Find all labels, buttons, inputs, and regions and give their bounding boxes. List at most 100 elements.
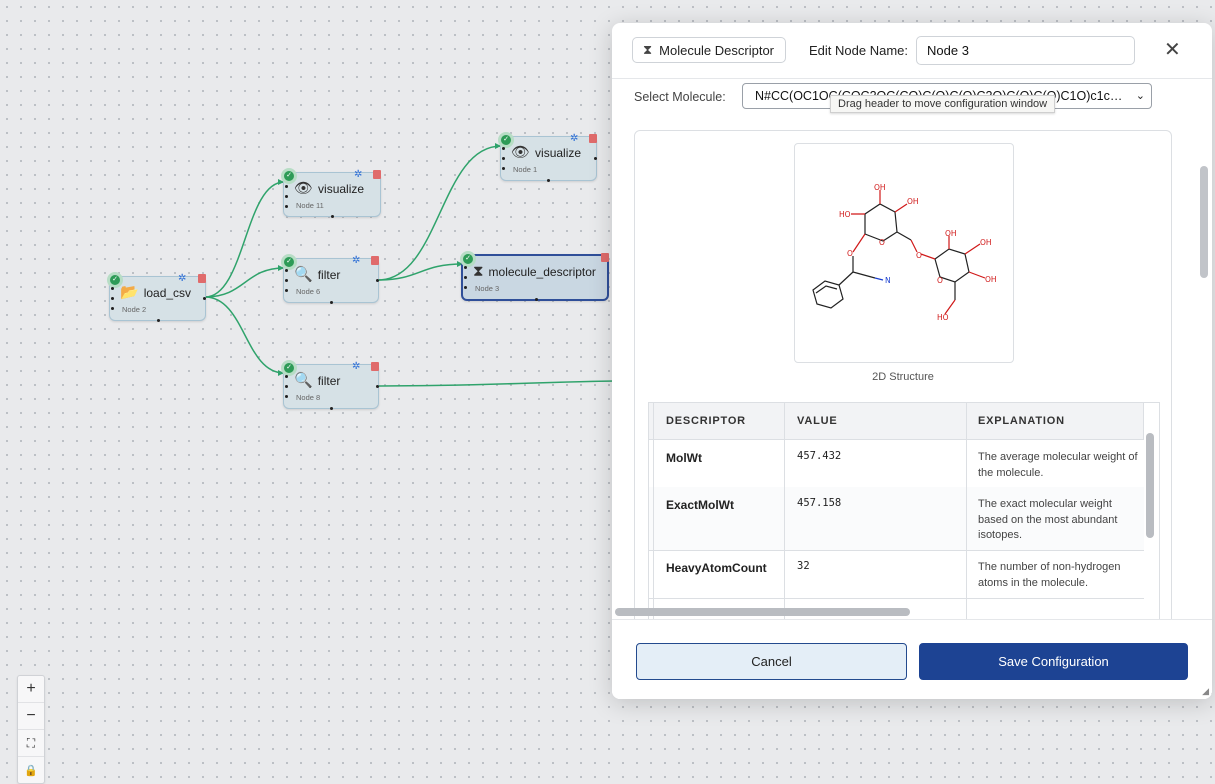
node-label: filter (317, 268, 341, 282)
table-vertical-scrollbar[interactable] (1146, 433, 1154, 538)
input-port[interactable] (464, 286, 467, 289)
input-port[interactable] (285, 195, 288, 198)
input-port[interactable] (285, 279, 288, 282)
svg-text:O: O (879, 238, 885, 247)
output-port[interactable] (594, 157, 597, 160)
bottom-port[interactable] (547, 179, 550, 182)
chevron-down-icon: ⌄ (1135, 90, 1145, 102)
horizontal-scrollbar[interactable] (615, 608, 910, 616)
trash-icon[interactable] (371, 362, 379, 371)
output-port[interactable] (376, 385, 379, 388)
edge-n2-n8[interactable] (204, 296, 285, 374)
node-visualize-1[interactable]: ✓ ✲ 👁 visualize Node 1 (498, 132, 597, 182)
node-molecule-descriptor-3[interactable]: ✓ ⧗ molecule_descriptor Node 3 (460, 251, 609, 301)
resize-handle-icon[interactable]: ◢ (1202, 686, 1209, 697)
node-label: filter (317, 374, 341, 388)
output-port[interactable] (376, 279, 379, 282)
trash-icon[interactable] (371, 256, 379, 265)
input-port[interactable] (285, 185, 288, 188)
node-visualize-11[interactable]: ✓ ✲ 👁 visualize Node 11 (281, 168, 381, 218)
svg-text:N: N (885, 276, 891, 285)
svg-text:OH: OH (985, 275, 997, 284)
zoom-out-button[interactable]: − (18, 703, 44, 730)
gear-icon[interactable]: ✲ (354, 170, 362, 180)
descriptor-cell: MolWt (666, 451, 702, 465)
input-port[interactable] (285, 395, 288, 398)
input-port[interactable] (285, 385, 288, 388)
edit-name-label: Edit Node Name: (809, 43, 908, 58)
close-icon[interactable]: ✕ (1164, 40, 1181, 60)
edge-n8-out[interactable] (377, 380, 616, 387)
cancel-button[interactable]: Cancel (636, 643, 907, 680)
input-port[interactable] (285, 269, 288, 272)
svg-text:O: O (937, 276, 943, 285)
table-row: ExactMolWt 457.158 The exact molecular w… (649, 487, 1144, 551)
descriptor-table[interactable]: DESCRIPTOR VALUE EXPLANATION MolWt 457.4… (648, 402, 1160, 631)
gear-icon[interactable]: ✲ (352, 362, 360, 372)
eye-icon: 👁 (294, 180, 314, 197)
input-port[interactable] (464, 266, 467, 269)
column-header-descriptor[interactable]: DESCRIPTOR (666, 403, 746, 439)
eye-icon: 👁 (511, 144, 531, 161)
bottom-port[interactable] (330, 407, 333, 410)
input-port[interactable] (111, 287, 114, 290)
lock-button[interactable]: 🔒 (18, 757, 44, 783)
node-filter-6[interactable]: ✓ ✲ 🔍 filter Node 6 (281, 254, 379, 304)
bottom-port[interactable] (330, 301, 333, 304)
structure-caption: 2D Structure (872, 371, 934, 383)
svg-text:O: O (847, 249, 853, 258)
zoom-controls: + − ⛶ 🔒 (17, 675, 45, 784)
input-port[interactable] (464, 276, 467, 279)
input-port[interactable] (285, 375, 288, 378)
input-port[interactable] (502, 157, 505, 160)
panel-vertical-scrollbar[interactable] (1200, 166, 1208, 278)
molecule-2d-structure: O HO OH OH O O O OH OH OH HO N (812, 183, 997, 322)
column-header-value[interactable]: VALUE (797, 403, 837, 439)
gear-icon[interactable]: ✲ (178, 274, 186, 284)
select-molecule-label: Select Molecule: (634, 90, 726, 104)
gear-icon[interactable]: ✲ (570, 134, 578, 144)
column-divider (784, 403, 785, 631)
node-id-label: Node 8 (296, 393, 321, 402)
node-filter-8[interactable]: ✓ ✲ 🔍 filter Node 8 (281, 360, 379, 410)
node-load-csv[interactable]: ✓ ✲ 📂 load_csv Node 2 (107, 272, 206, 322)
trash-icon[interactable] (601, 253, 609, 262)
descriptor-cell: HeavyAtomCount (666, 561, 767, 575)
node-id-label: Node 6 (296, 287, 321, 296)
input-port[interactable] (111, 307, 114, 310)
bottom-port[interactable] (331, 215, 334, 218)
node-id-label: Node 1 (513, 165, 538, 174)
svg-text:OH: OH (980, 238, 992, 247)
input-port[interactable] (285, 205, 288, 208)
input-port[interactable] (111, 297, 114, 300)
zoom-in-button[interactable]: + (18, 676, 44, 703)
node-type-badge: ⧗ Molecule Descriptor (632, 37, 787, 63)
node-type-label: Molecule Descriptor (659, 42, 775, 58)
trash-icon[interactable] (373, 170, 381, 179)
explanation-cell: The number of non-hydrogen atoms in the … (978, 561, 1121, 589)
column-divider (1143, 403, 1144, 439)
trash-icon[interactable] (198, 274, 206, 283)
bottom-port[interactable] (535, 298, 538, 301)
node-name-input[interactable] (916, 36, 1135, 65)
panel-header[interactable]: ⧗ Molecule Descriptor Edit Node Name: ✕ (612, 23, 1212, 79)
magnifier-icon: 🔍 (294, 372, 313, 389)
input-port[interactable] (502, 147, 505, 150)
output-port[interactable] (203, 297, 206, 300)
save-configuration-button[interactable]: Save Configuration (919, 643, 1188, 680)
table-header: DESCRIPTOR VALUE EXPLANATION (649, 403, 1144, 440)
trash-icon[interactable] (589, 134, 597, 143)
input-port[interactable] (502, 167, 505, 170)
input-port[interactable] (285, 289, 288, 292)
bottom-port[interactable] (157, 319, 160, 322)
fit-view-button[interactable]: ⛶ (18, 730, 44, 757)
table-row: MolWt 457.432 The average molecular weig… (649, 440, 1144, 488)
node-label: visualize (535, 146, 582, 160)
gear-icon[interactable]: ✲ (352, 256, 360, 266)
descriptor-cell: ExactMolWt (666, 498, 735, 512)
hourglass-icon: ⧗ (643, 42, 653, 57)
svg-text:HO: HO (937, 313, 949, 322)
edge-n2-n11[interactable] (204, 181, 285, 298)
column-header-explanation[interactable]: EXPLANATION (978, 403, 1065, 439)
svg-text:OH: OH (945, 229, 957, 238)
